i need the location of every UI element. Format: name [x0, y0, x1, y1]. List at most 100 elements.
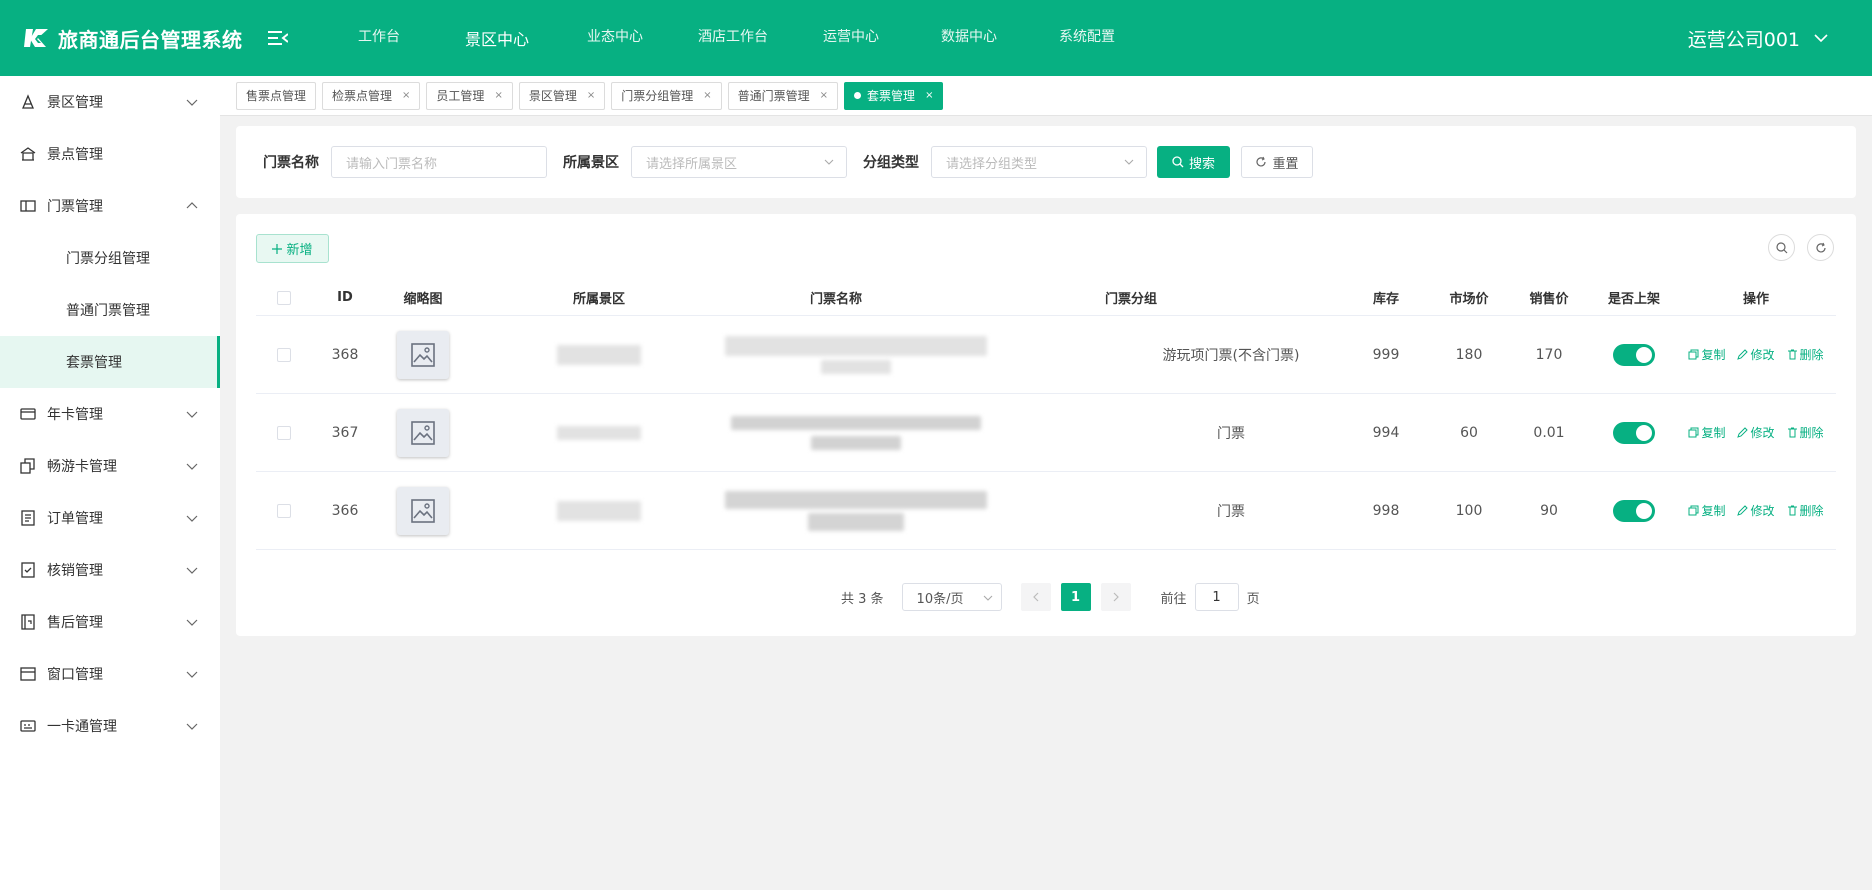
sidebar-item-package-ticket[interactable]: 套票管理	[0, 336, 220, 388]
goto-page-input[interactable]: 1	[1194, 583, 1239, 611]
row-checkbox[interactable]	[277, 425, 291, 440]
top-nav-hotel-workbench[interactable]: 酒店工作台	[674, 26, 792, 50]
table-panel: 新增 ID 缩略图 所属景区 门票名称 门票分组 库存 市场价 销售价 是否上架…	[236, 214, 1856, 636]
scenic-select[interactable]: 请选择所属景区	[631, 146, 847, 178]
on-shelf-toggle[interactable]	[1613, 421, 1655, 444]
chevron-down-icon	[1814, 31, 1828, 45]
sidebar-item-attraction[interactable]: 景点管理	[0, 128, 220, 180]
sidebar-item-ticket[interactable]: 门票管理	[0, 180, 220, 232]
page-number-current[interactable]: 1	[1060, 583, 1091, 611]
tab-ticket-group[interactable]: 门票分组管理 ×	[611, 81, 722, 110]
close-icon[interactable]: ×	[820, 90, 828, 101]
col-id: ID	[337, 290, 353, 305]
chevron-down-icon	[186, 99, 198, 106]
row-id: 368	[331, 346, 359, 363]
next-page-button[interactable]	[1100, 583, 1131, 611]
tab-label: 普通门票管理	[737, 89, 810, 103]
chevron-down-icon	[983, 595, 992, 601]
row-sale-price: 90	[1540, 502, 1558, 519]
sidebar-item-order[interactable]: 订单管理	[0, 492, 220, 544]
user-menu[interactable]: 运营公司001	[1688, 0, 1828, 76]
reset-button[interactable]: 重置	[1241, 146, 1313, 178]
tab-label: 检票点管理	[332, 89, 393, 103]
edit-button[interactable]: 修改	[1737, 346, 1775, 363]
image-placeholder-icon[interactable]	[397, 330, 449, 379]
tab-package-ticket[interactable]: 套票管理 ×	[844, 81, 944, 110]
on-shelf-toggle[interactable]	[1613, 499, 1655, 522]
sidebar-item-window[interactable]: 窗口管理	[0, 648, 220, 700]
copy-icon	[1688, 349, 1699, 360]
group-type-select[interactable]: 请选择分组类型	[931, 146, 1147, 178]
row-checkbox[interactable]	[277, 503, 291, 518]
sidebar-item-verify[interactable]: 核销管理	[0, 544, 220, 596]
edit-button[interactable]: 修改	[1737, 424, 1775, 441]
tab-scenic[interactable]: 景区管理 ×	[518, 81, 606, 110]
top-nav-system-config[interactable]: 系统配置	[1028, 26, 1146, 50]
col-market-price: 市场价	[1449, 292, 1489, 307]
sidebar-item-scenic[interactable]: 景区管理	[0, 76, 220, 128]
tab-normal-ticket[interactable]: 普通门票管理 ×	[727, 81, 839, 110]
group-type-placeholder: 请选择分组类型	[946, 156, 1038, 172]
sidebar-item-annual-card[interactable]: 年卡管理	[0, 388, 220, 440]
active-dot-icon	[854, 92, 862, 99]
ticket-name-input[interactable]: 请输入门票名称	[331, 146, 547, 178]
row-stock: 994	[1372, 424, 1400, 441]
sidebar-item-ticket-group[interactable]: 门票分组管理	[0, 232, 220, 284]
table-row: 367 门票 994 60 0.01 复制 修改 删除	[256, 394, 1836, 472]
select-all-checkbox[interactable]	[277, 290, 291, 305]
copy-button[interactable]: 复制	[1688, 502, 1725, 519]
goto-label: 前往	[1160, 591, 1187, 607]
page-size-select[interactable]: 10条/页	[901, 583, 1002, 611]
prev-page-button[interactable]	[1020, 583, 1051, 611]
sidebar-item-label: 窗口管理	[47, 667, 103, 683]
top-nav-business-center[interactable]: 业态中心	[556, 26, 674, 50]
close-icon[interactable]: ×	[402, 90, 410, 101]
select-all-cell	[256, 290, 312, 305]
edit-button[interactable]: 修改	[1737, 502, 1775, 519]
close-icon[interactable]: ×	[494, 90, 502, 101]
image-placeholder-icon[interactable]	[397, 486, 449, 535]
close-icon[interactable]: ×	[925, 90, 933, 101]
delete-button[interactable]: 删除	[1787, 424, 1824, 441]
col-ticket-name: 门票名称	[809, 292, 862, 307]
sidebar-item-onecard[interactable]: 一卡通管理	[0, 700, 220, 752]
sidebar-item-aftersale[interactable]: 售后管理	[0, 596, 220, 648]
top-nav-workbench[interactable]: 工作台	[320, 26, 438, 50]
image-placeholder-icon[interactable]	[397, 408, 449, 457]
ticket-name-label: 门票名称	[263, 155, 319, 171]
tab-ticket-office[interactable]: 售票点管理	[236, 81, 317, 110]
copy-button[interactable]: 复制	[1688, 424, 1725, 441]
refresh-button[interactable]	[1807, 234, 1834, 261]
top-nav-operations-center[interactable]: 运营中心	[792, 26, 910, 50]
top-nav-data-center[interactable]: 数据中心	[910, 26, 1028, 50]
sidebar-item-tour-card[interactable]: 畅游卡管理	[0, 440, 220, 492]
add-button[interactable]: 新增	[256, 234, 329, 263]
close-icon[interactable]: ×	[587, 90, 595, 101]
close-icon[interactable]: ×	[703, 90, 711, 101]
copy-icon	[1688, 505, 1699, 516]
redacted-scenic	[557, 344, 641, 365]
search-button[interactable]: 搜索	[1157, 146, 1230, 178]
menu-collapse-icon[interactable]	[266, 26, 290, 50]
toggle-search-button[interactable]	[1768, 234, 1795, 261]
delete-button[interactable]: 删除	[1787, 502, 1824, 519]
copy-button[interactable]: 复制	[1688, 346, 1725, 363]
sidebar-item-label: 套票管理	[66, 355, 122, 371]
sidebar-item-label: 订单管理	[47, 511, 103, 527]
top-nav-scenic-center[interactable]: 景区中心	[438, 26, 556, 50]
page-unit-label: 页	[1246, 591, 1260, 607]
chevron-down-icon	[186, 411, 198, 418]
chevron-up-icon	[186, 202, 198, 209]
tab-check-point[interactable]: 检票点管理 ×	[322, 81, 421, 110]
sidebar-item-normal-ticket[interactable]: 普通门票管理	[0, 284, 220, 336]
order-icon	[20, 510, 36, 526]
row-market-price: 180	[1455, 346, 1483, 363]
col-thumbnail: 缩略图	[403, 292, 443, 307]
chevron-left-icon	[1032, 592, 1040, 602]
scenic-placeholder: 请选择所属景区	[646, 156, 738, 172]
delete-button[interactable]: 删除	[1787, 346, 1824, 363]
row-checkbox[interactable]	[277, 347, 291, 362]
tab-staff[interactable]: 员工管理 ×	[426, 81, 513, 110]
tabs-bar: 售票点管理 检票点管理 × 员工管理 × 景区管理 × 门票分组管理 × 普通门…	[220, 76, 1872, 116]
on-shelf-toggle[interactable]	[1613, 343, 1655, 366]
